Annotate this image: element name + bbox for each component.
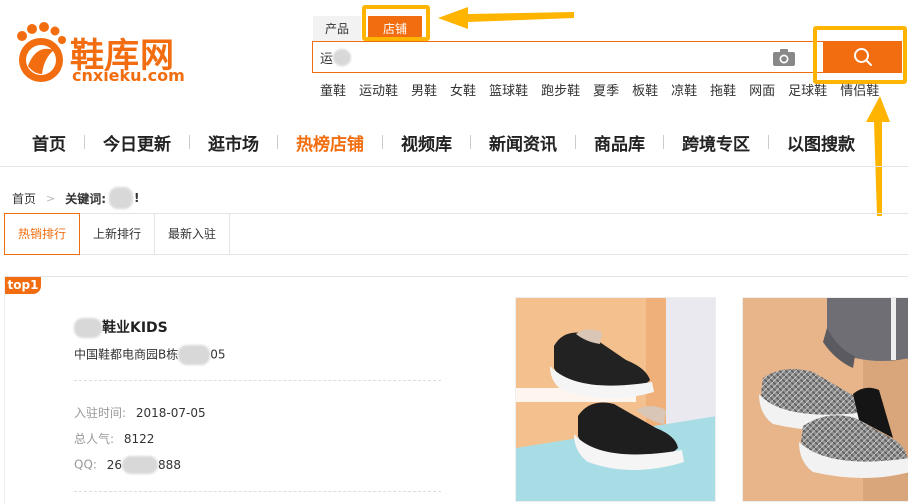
shoe-photo-icon: [516, 298, 715, 501]
rank-badge: top1: [5, 277, 41, 294]
redacted-text: [74, 318, 102, 338]
hot-word[interactable]: 足球鞋: [788, 80, 827, 99]
popularity-value: 8122: [123, 432, 155, 446]
tab-product[interactable]: 产品: [313, 16, 361, 42]
nav-bottom-divider: [0, 166, 908, 167]
qq-head: 26: [106, 457, 123, 472]
nav-video[interactable]: 视频库: [383, 130, 470, 155]
sort-tabs: 热销排行 上新排行 最新入驻: [4, 213, 908, 255]
nav-cross-border[interactable]: 跨境专区: [664, 130, 768, 155]
product-image-1[interactable]: [515, 297, 716, 502]
shop-name[interactable]: 鞋业KIDS: [74, 317, 168, 338]
redacted-text: [178, 345, 211, 365]
hot-word[interactable]: 板鞋: [632, 80, 658, 99]
annotation-box-search-button: [813, 26, 907, 84]
redacted-text: [109, 187, 134, 209]
hot-word[interactable]: 网面: [749, 80, 775, 99]
shop-card: top1 鞋业KIDS 中国鞋都电商园B栋 05 入驻时间: 2018-07-05…: [4, 276, 908, 504]
camera-icon[interactable]: [773, 49, 795, 66]
hot-keywords: 童鞋 运动鞋 男鞋 女鞋 篮球鞋 跑步鞋 夏季 板鞋 凉鞋 拖鞋 网面 足球鞋 …: [320, 80, 892, 99]
nav-news[interactable]: 新闻资讯: [471, 130, 575, 155]
sort-tab-hot-sales[interactable]: 热销排行: [4, 213, 81, 255]
sort-tab-new-arrivals[interactable]: 上新排行: [80, 214, 156, 254]
hot-word[interactable]: 运动鞋: [359, 80, 398, 99]
sort-tab-newest-shops[interactable]: 最新入驻: [155, 214, 231, 254]
arrow-to-search-button: [866, 96, 890, 216]
breadcrumb-keyword-tail: !: [134, 191, 140, 205]
join-date-row: 入驻时间: 2018-07-05: [74, 404, 206, 421]
hot-word[interactable]: 女鞋: [450, 80, 476, 99]
shop-address-head: 中国鞋都电商园B栋: [74, 347, 179, 362]
breadcrumb: 首页 > 关键词: !: [12, 187, 140, 209]
hot-word[interactable]: 拖鞋: [710, 80, 736, 99]
qq-value: 26 888: [106, 456, 181, 474]
hot-word[interactable]: 跑步鞋: [541, 80, 580, 99]
foot-logo-icon: [17, 22, 66, 82]
redacted-text: [122, 456, 159, 474]
product-image-2[interactable]: [742, 297, 908, 502]
divider: [74, 491, 441, 492]
shop-address: 中国鞋都电商园B栋 05: [74, 345, 226, 365]
hot-word[interactable]: 夏季: [593, 80, 619, 99]
nav-today-update[interactable]: 今日更新: [85, 130, 189, 155]
shop-address-tail: 05: [210, 347, 226, 362]
qq-label: QQ:: [74, 457, 97, 472]
search-input[interactable]: [315, 44, 765, 70]
hot-word[interactable]: 童鞋: [320, 80, 346, 99]
popularity-row: 总人气: 8122: [74, 430, 154, 447]
join-date-value: 2018-07-05: [135, 406, 206, 420]
breadcrumb-home[interactable]: 首页: [12, 190, 36, 207]
qq-row: QQ: 26 888: [74, 456, 181, 474]
join-date-label: 入驻时间:: [74, 406, 127, 420]
hot-word[interactable]: 情侣鞋: [840, 80, 879, 99]
logo-domain: cnxieku.com: [72, 66, 185, 85]
nav-hot-shops[interactable]: 热榜店铺: [278, 130, 382, 155]
divider: [74, 380, 441, 381]
hot-word[interactable]: 男鞋: [411, 80, 437, 99]
popularity-label: 总人气:: [74, 432, 115, 446]
site-logo[interactable]: 鞋库网 cnxieku.com: [14, 22, 214, 88]
nav-products[interactable]: 商品库: [576, 130, 663, 155]
hot-word[interactable]: 篮球鞋: [489, 80, 528, 99]
hot-word[interactable]: 凉鞋: [671, 80, 697, 99]
qq-tail: 888: [158, 457, 181, 472]
nav-home[interactable]: 首页: [14, 130, 84, 155]
nav-image-search[interactable]: 以图搜款: [769, 130, 873, 155]
nav-market[interactable]: 逛市场: [190, 130, 277, 155]
annotation-box-shop-tab: [362, 5, 430, 41]
redacted-text: [333, 49, 351, 66]
arrow-to-shop-tab: [438, 7, 574, 29]
breadcrumb-separator: >: [46, 191, 56, 205]
main-nav: 首页 今日更新 逛市场 热榜店铺 视频库 新闻资讯 商品库 跨境专区 以图搜款: [14, 128, 873, 156]
shop-name-text: 鞋业KIDS: [102, 320, 168, 336]
breadcrumb-keyword-label: 关键词:: [65, 191, 107, 206]
shoe-photo-icon: [743, 298, 908, 501]
